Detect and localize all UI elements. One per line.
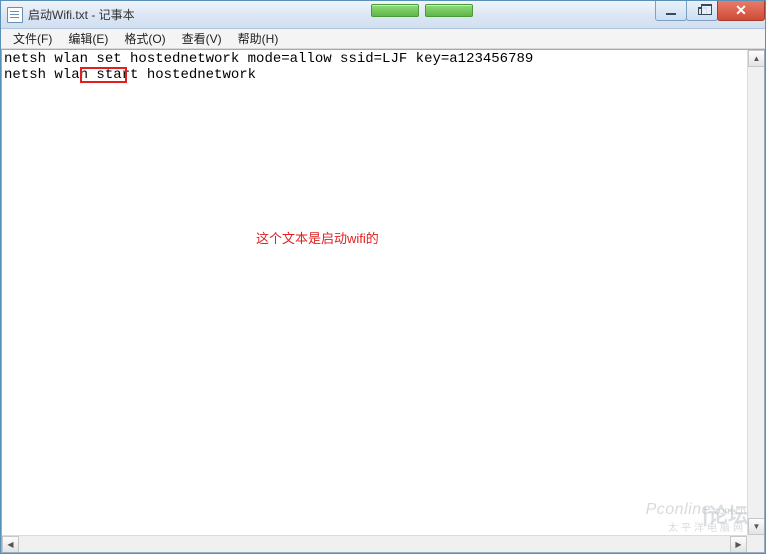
menu-format[interactable]: 格式(O) [116,28,173,49]
menu-file[interactable]: 文件(F) [5,28,60,49]
editor-container: netsh wlan set hostednetwork mode=allow … [1,49,765,553]
titlebar-background-decor [371,4,473,17]
scroll-up-button[interactable]: ▲ [748,50,765,67]
horizontal-scrollbar[interactable]: ◀ ▶ [2,535,747,552]
document-icon [7,7,23,23]
scroll-left-button[interactable]: ◀ [2,536,19,553]
maximize-icon [698,7,707,15]
menu-help[interactable]: 帮助(H) [230,28,287,49]
window-controls: ✕ [656,1,765,21]
decor-chunk [425,4,473,17]
minimize-icon [666,13,676,15]
close-icon: ✕ [735,2,747,19]
chevron-down-icon: ▼ [753,522,761,531]
notepad-window: 启动Wifi.txt - 记事本 ✕ 文件(F) 编辑(E) 格式(O) 查看(… [0,0,766,554]
chevron-up-icon: ▲ [753,54,761,63]
scroll-track[interactable] [19,536,730,552]
chevron-left-icon: ◀ [7,540,13,549]
editor-line-part: start [96,67,138,83]
menu-view[interactable]: 查看(V) [174,28,230,49]
title-bar[interactable]: 启动Wifi.txt - 记事本 ✕ [1,1,765,29]
red-annotation-text: 这个文本是启动wifi的 [256,228,379,247]
vertical-scrollbar[interactable]: ▲ ▼ [747,50,764,535]
editor-line-part: netsh wlan [4,67,88,83]
scroll-track[interactable] [748,67,764,518]
editor-line-part: hostednetwork [147,67,256,83]
window-title: 启动Wifi.txt - 记事本 [28,6,135,23]
maximize-button[interactable] [686,1,718,21]
minimize-button[interactable] [655,1,687,21]
menu-bar: 文件(F) 编辑(E) 格式(O) 查看(V) 帮助(H) [1,29,765,49]
editor-line: netsh wlan set hostednetwork mode=allow … [4,51,533,67]
scroll-right-button[interactable]: ▶ [730,536,747,553]
close-button[interactable]: ✕ [717,1,765,21]
chevron-right-icon: ▶ [735,540,741,549]
scroll-down-button[interactable]: ▼ [748,518,765,535]
decor-chunk [371,4,419,17]
text-editor[interactable]: netsh wlan set hostednetwork mode=allow … [2,50,747,535]
size-grip[interactable] [747,535,764,552]
menu-edit[interactable]: 编辑(E) [60,28,116,49]
